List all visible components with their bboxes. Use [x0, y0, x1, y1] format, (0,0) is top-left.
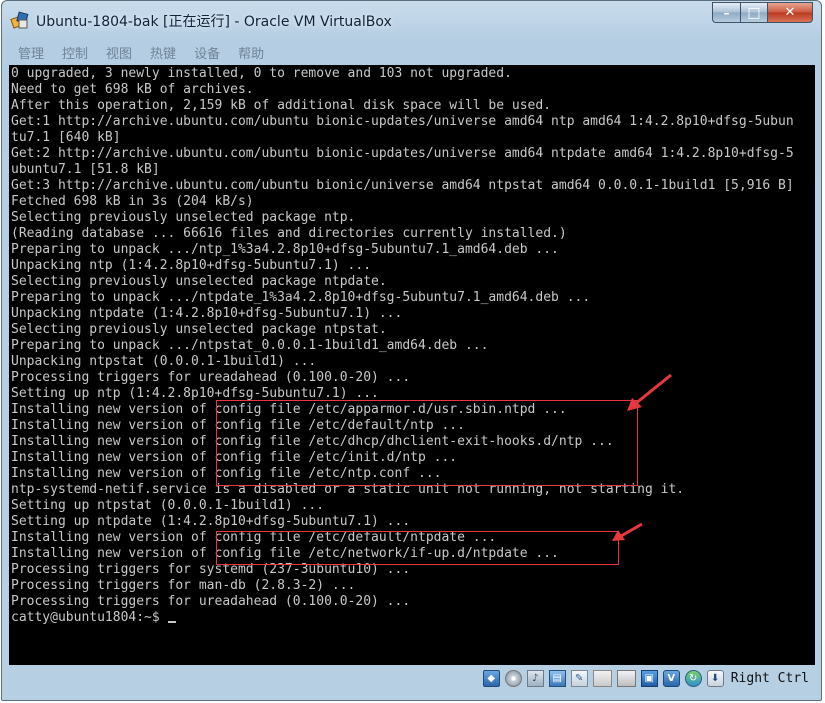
- annotation-arrow-2: [612, 522, 643, 541]
- status-bar: ◆ ♪ ▤ ✎ ▣ V ↻ ⬇ Right Ctrl: [9, 665, 815, 691]
- close-icon: ✕: [784, 5, 796, 20]
- menu-item-machine[interactable]: 管理: [9, 43, 53, 62]
- menu-bar: 管理 控制 视图 热键 设备 帮助: [9, 41, 815, 63]
- terminal-line: Processing triggers for ureadahead (0.10…: [11, 594, 411, 609]
- terminal-line: Preparing to unpack .../ntpstat_0.0.0.1-…: [11, 338, 489, 353]
- menu-item-devices[interactable]: 设备: [185, 43, 229, 62]
- terminal-line: Selecting previously unselected package …: [11, 322, 387, 337]
- display-icon[interactable]: [616, 669, 636, 687]
- terminal-line: Selecting previously unselected package …: [11, 274, 387, 289]
- virtualbox-window: Ubuntu-1804-bak [正在运行] - Oracle VM Virtu…: [1, 0, 822, 701]
- terminal-line: Processing triggers for man-db (2.8.3-2)…: [11, 578, 356, 593]
- terminal-line: Preparing to unpack .../ntp_1%3a4.2.8p10…: [11, 242, 559, 257]
- terminal-line: Unpacking ntpstat (0.0.0.1-1build1) ...: [11, 354, 317, 369]
- terminal-line: Setting up ntpstat (0.0.0.1-1build1) ...: [11, 498, 325, 513]
- audio-icon[interactable]: ♪: [526, 669, 544, 687]
- terminal-line: Get:3 http://archive.ubuntu.com/ubuntu b…: [11, 178, 794, 193]
- terminal-line: Selecting previously unselected package …: [11, 210, 356, 225]
- terminal-cursor: [167, 621, 176, 623]
- terminal-line: Get:2 http://archive.ubuntu.com/ubuntu b…: [11, 146, 794, 161]
- terminal-line: (Reading database ... 66616 files and di…: [11, 226, 567, 241]
- minimize-button[interactable]: –: [712, 2, 740, 23]
- terminal-line: Unpacking ntpdate (1:4.2.8p10+dfsg-5ubun…: [11, 306, 403, 321]
- close-button[interactable]: ✕: [767, 2, 813, 23]
- mouse-integration-icon[interactable]: ↻: [684, 669, 702, 687]
- terminal-line: ubuntu7.1 [51.8 kB]: [11, 162, 160, 177]
- virtualbox-app-icon: [10, 11, 29, 29]
- window-controls: – □ ✕: [712, 2, 813, 24]
- title-bar[interactable]: Ubuntu-1804-bak [正在运行] - Oracle VM Virtu…: [2, 1, 821, 39]
- optical-drive-icon[interactable]: [504, 669, 522, 687]
- recording-icon[interactable]: ▣: [640, 669, 658, 687]
- terminal-line: Get:1 http://archive.ubuntu.com/ubuntu b…: [11, 114, 794, 129]
- vm-console-screen[interactable]: 0 upgraded, 3 newly installed, 0 to remo…: [9, 65, 815, 665]
- terminal-line: Preparing to unpack .../ntpdate_1%3a4.2.…: [11, 290, 591, 305]
- usb-icon[interactable]: ✎: [570, 669, 588, 687]
- terminal-line: Unpacking ntp (1:4.2.8p10+dfsg-5ubuntu7.…: [11, 258, 372, 273]
- maximize-icon: □: [747, 4, 761, 21]
- hard-disk-icon[interactable]: ◆: [482, 669, 500, 687]
- window-title: Ubuntu-1804-bak [正在运行] - Oracle VM Virtu…: [36, 14, 392, 30]
- network-icon[interactable]: ▤: [548, 669, 566, 687]
- terminal-line: 0 upgraded, 3 newly installed, 0 to remo…: [11, 66, 512, 81]
- terminal-line: Fetched 698 kB in 3s (204 kB/s): [11, 194, 254, 209]
- menu-item-view[interactable]: 视图: [97, 43, 141, 62]
- menu-item-help[interactable]: 帮助: [229, 43, 273, 62]
- cpu-icon[interactable]: V: [662, 669, 680, 687]
- terminal-line: Setting up ntpdate (1:4.2.8p10+dfsg-5ubu…: [11, 514, 411, 529]
- annotation-arrow-1: [627, 373, 672, 411]
- terminal-line: Need to get 698 kB of archives.: [11, 82, 254, 97]
- menu-item-hotkeys[interactable]: 热键: [141, 43, 185, 62]
- menu-item-control[interactable]: 控制: [53, 43, 97, 62]
- host-key-arrow-icon[interactable]: ⬇: [706, 669, 724, 687]
- highlight-box-ntpdate-config-files: [216, 531, 619, 565]
- host-key-label: Right Ctrl: [730, 670, 809, 686]
- highlight-box-ntp-config-files: [216, 400, 638, 486]
- maximize-button[interactable]: □: [740, 2, 767, 23]
- terminal-line: Processing triggers for ureadahead (0.10…: [11, 370, 411, 385]
- terminal-line: After this operation, 2,159 kB of additi…: [11, 98, 552, 113]
- terminal-line: catty@ubuntu1804:~$: [11, 610, 794, 626]
- minimize-icon: –: [723, 5, 730, 20]
- shared-folder-icon[interactable]: [592, 669, 612, 687]
- terminal-line: tu7.1 [640 kB]: [11, 130, 121, 145]
